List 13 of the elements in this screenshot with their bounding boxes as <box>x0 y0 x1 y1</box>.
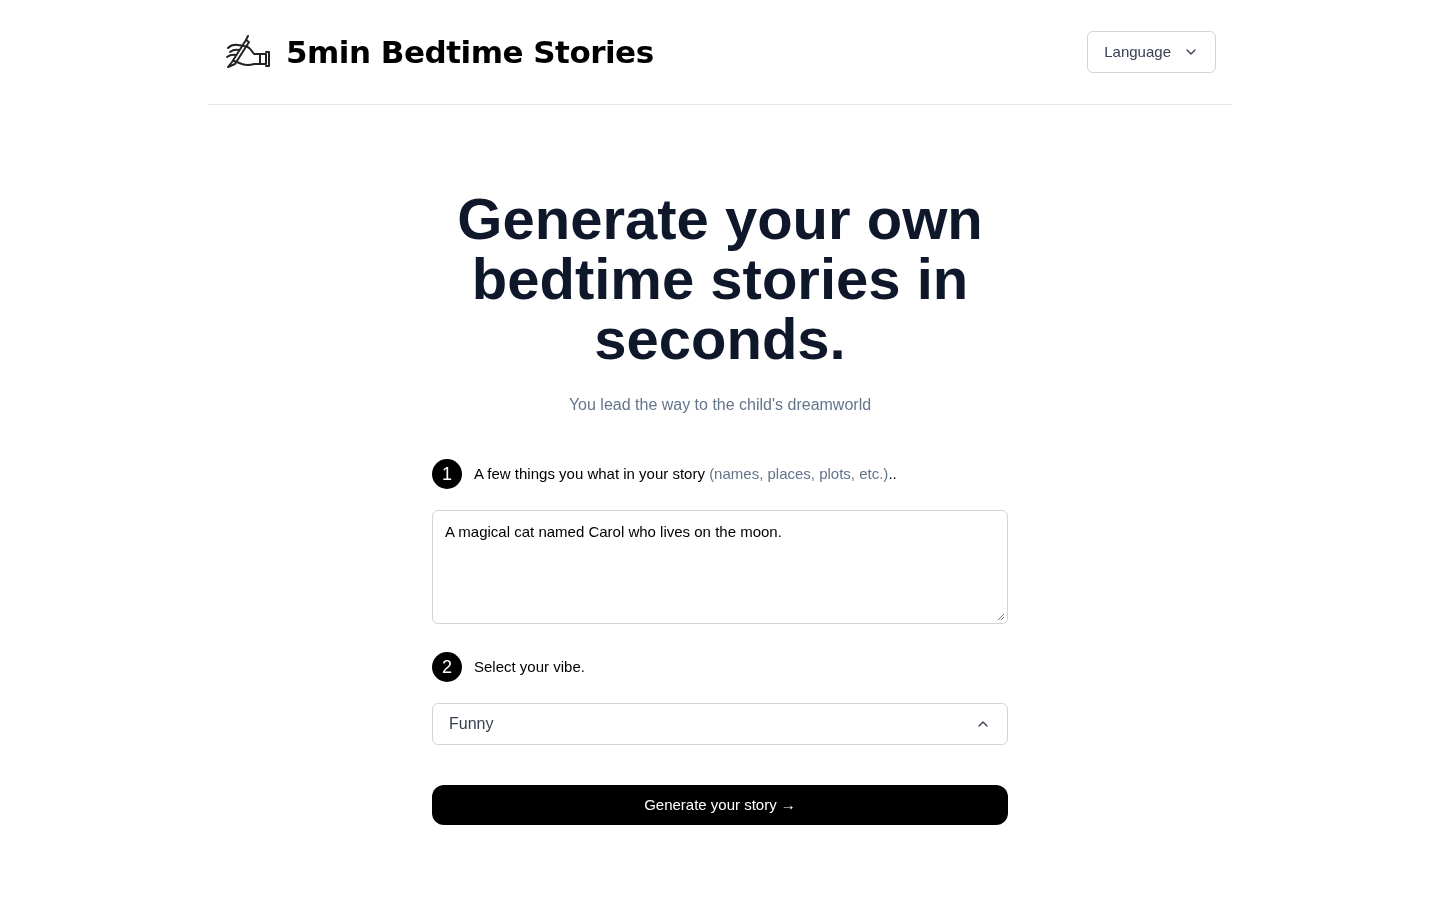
language-dropdown[interactable]: Language <box>1087 31 1216 73</box>
hero-heading: Generate your own bedtime stories in seconds. <box>456 189 984 369</box>
site-title: 5min Bedtime Stories <box>286 32 654 72</box>
generate-button[interactable]: Generate your story → <box>432 785 1008 825</box>
hero-subtitle: You lead the way to the child's dreamworld <box>568 395 872 415</box>
resize-handle-icon <box>997 613 1005 621</box>
step-number: 1 <box>432 459 462 489</box>
story-textarea[interactable]: A magical cat named Carol who lives on the moon. <box>432 510 1008 624</box>
writing-hand-icon <box>224 34 270 70</box>
step-label: A few things you what in your story (names, places, plots, etc.).. <box>474 463 897 484</box>
step-label: Select your vibe. <box>474 656 585 677</box>
step-number: 2 <box>432 652 462 682</box>
vibe-select[interactable]: Funny <box>432 703 1008 745</box>
